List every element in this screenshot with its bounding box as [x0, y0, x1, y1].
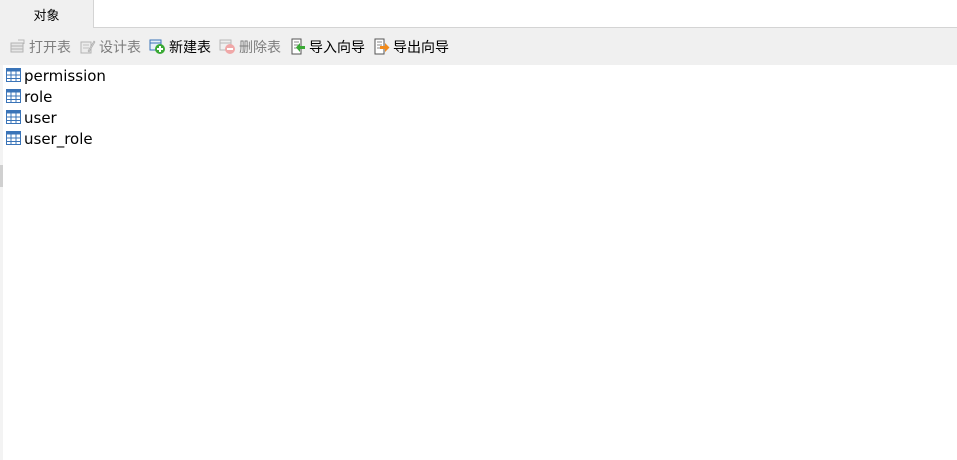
delete-table-icon — [219, 38, 236, 55]
import-wizard-icon — [289, 38, 306, 55]
object-list-pane: permission role user user_role — [0, 65, 957, 460]
table-icon — [5, 109, 22, 126]
open-table-icon — [9, 38, 26, 55]
new-table-button[interactable]: 新建表 — [149, 35, 211, 59]
table-item-user-role[interactable]: user_role — [5, 128, 106, 149]
open-table-button[interactable]: 打开表 — [9, 35, 71, 59]
delete-table-button[interactable]: 删除表 — [219, 35, 281, 59]
splitter-handle[interactable] — [0, 165, 3, 187]
table-item-label: user_role — [24, 129, 93, 148]
import-wizard-label: 导入向导 — [309, 39, 365, 56]
export-wizard-label: 导出向导 — [393, 39, 449, 56]
table-item-permission[interactable]: permission — [5, 65, 106, 86]
import-wizard-button[interactable]: 导入向导 — [289, 35, 365, 59]
table-item-role[interactable]: role — [5, 86, 106, 107]
table-item-label: user — [24, 108, 57, 127]
tab-bar: 对象 — [0, 0, 957, 28]
design-table-label: 设计表 — [99, 39, 141, 56]
table-icon — [5, 130, 22, 147]
open-table-label: 打开表 — [29, 39, 71, 56]
table-item-label: role — [24, 87, 53, 106]
toolbar: 打开表 设计表 新建表 删除表 导入向导 导出向导 — [0, 28, 957, 65]
new-table-label: 新建表 — [169, 39, 211, 56]
table-icon — [5, 67, 22, 84]
design-table-icon — [79, 38, 96, 55]
table-icon — [5, 88, 22, 105]
new-table-icon — [149, 38, 166, 55]
export-wizard-button[interactable]: 导出向导 — [373, 35, 449, 59]
tab-objects-label: 对象 — [33, 8, 60, 24]
design-table-button[interactable]: 设计表 — [79, 35, 141, 59]
export-wizard-icon — [373, 38, 390, 55]
tab-objects[interactable]: 对象 — [0, 0, 94, 28]
delete-table-label: 删除表 — [239, 39, 281, 56]
table-item-label: permission — [24, 66, 106, 85]
table-item-user[interactable]: user — [5, 107, 106, 128]
table-list: permission role user user_role — [5, 65, 106, 149]
left-splitter[interactable] — [0, 65, 3, 460]
